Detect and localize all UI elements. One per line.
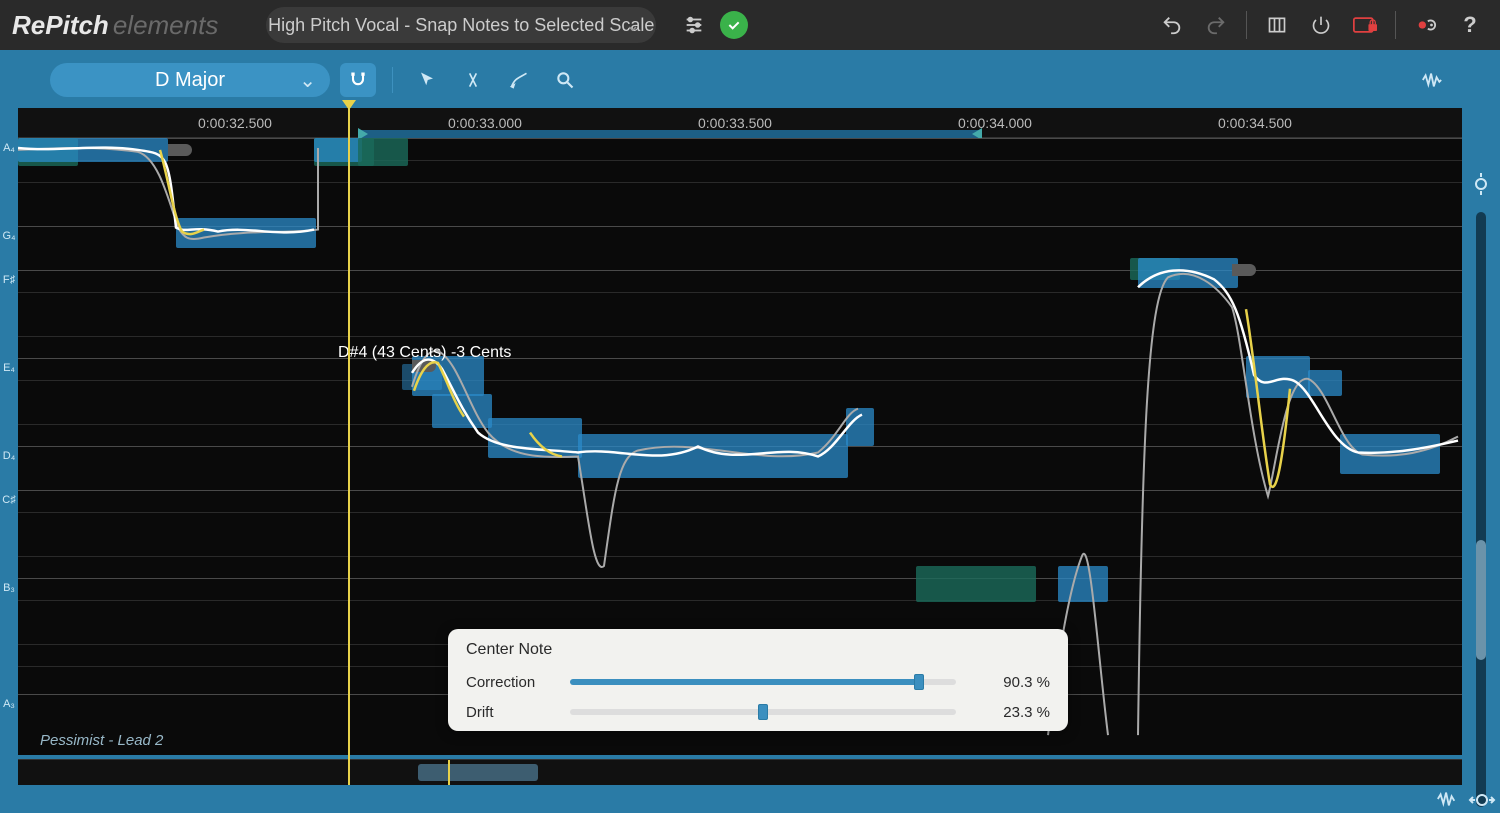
track-name-label: Pessimist - Lead 2 [40,732,163,749]
note-label: A₄ [0,142,18,154]
center-note-panel: Center Note Correction 90.3 % Drift 2 [448,629,1068,731]
correction-slider[interactable] [570,679,956,685]
waveform-toggle-button[interactable] [1414,63,1450,97]
scale-name: D Major [155,69,225,92]
zoom-vertical-icon[interactable] [1467,170,1495,198]
ruler-tick: 0:00:34.500 [1218,115,1292,131]
app-logo: RePitchelements [12,10,218,41]
note-block[interactable] [488,418,582,458]
note-block[interactable] [358,138,408,166]
columns-icon[interactable] [1259,7,1295,43]
settings-sliders-icon[interactable] [676,7,712,43]
scrollbar-thumb[interactable] [418,764,538,781]
chevron-down-icon: ⌄ [299,68,316,93]
vertical-scrollbar[interactable] [1476,212,1486,807]
ruler-tick: 0:00:33.000 [448,115,522,131]
note-block[interactable] [1058,566,1108,602]
note-label-column: A₄ G₄ F♯ E₄ D₄ C♯ B₃ A₃ [0,138,18,755]
drift-label: Drift [466,704,556,721]
bottom-right-tools [1436,791,1496,809]
preset-dropdown[interactable]: High Pitch Vocal - Snap Notes to Selecte… [266,7,656,43]
editor-toolbar: D Major ⌄ [0,60,1500,100]
drift-slider[interactable] [570,709,956,715]
note-block[interactable] [846,408,874,446]
horizontal-scrollbar[interactable] [18,759,1462,785]
zoom-tool-button[interactable] [547,63,583,97]
scrollbar-thumb[interactable] [1476,540,1486,660]
pitch-editor: 0:00:32.500 0:00:33.000 0:00:33.500 0:00… [18,108,1462,785]
preset-name: High Pitch Vocal - Snap Notes to Selecte… [268,15,654,36]
note-block[interactable] [578,434,848,478]
note-tail [168,144,192,156]
app-header: RePitchelements High Pitch Vocal - Snap … [0,0,1500,50]
ruler-tick: 0:00:33.500 [698,115,772,131]
note-label: G₄ [0,230,18,242]
note-label: D₄ [0,450,18,462]
settings-gear-icon[interactable] [1408,7,1444,43]
right-tool-strip [1466,114,1496,807]
status-ok-icon[interactable] [720,11,748,39]
ruler-tick: 0:00:32.500 [198,115,272,131]
note-tail [1232,264,1256,276]
correction-value: 90.3 % [970,674,1050,691]
ruler-tick: 0:00:34.000 [958,115,1032,131]
note-block[interactable] [916,566,1036,602]
note-block[interactable] [1246,356,1310,398]
note-readout: D#4 (43 Cents) -3 Cents [338,344,511,362]
playhead [348,108,350,785]
draw-tool-button[interactable] [501,63,537,97]
note-lane-area[interactable]: A₄ G₄ F♯ E₄ D₄ C♯ B₃ A₃ [18,138,1462,755]
note-block[interactable] [314,138,362,162]
note-block[interactable] [1340,434,1440,474]
note-label: C♯ [0,494,18,506]
correction-row: Correction 90.3 % [466,667,1050,697]
note-block[interactable] [1138,258,1238,288]
redo-button[interactable] [1198,7,1234,43]
logo-elements: elements [113,10,219,40]
split-tool-button[interactable] [455,63,491,97]
undo-button[interactable] [1154,7,1190,43]
app-body: D Major ⌄ 0:00:32.500 0:00:33.000 0:00 [0,50,1500,813]
record-lock-icon[interactable] [1347,7,1383,43]
logo-re: Re [12,10,45,40]
note-label: E₄ [0,362,18,374]
note-label: F♯ [0,274,18,286]
correction-label: Correction [466,674,556,691]
note-block[interactable] [432,394,492,428]
note-block[interactable] [1308,370,1342,396]
logo-pitch: Pitch [45,10,109,40]
drift-value: 23.3 % [970,704,1050,721]
drift-row: Drift 23.3 % [466,697,1050,727]
panel-title: Center Note [466,641,1050,659]
note-label: B₃ [0,582,18,594]
power-icon[interactable] [1303,7,1339,43]
help-icon[interactable]: ? [1452,7,1488,43]
snap-magnet-button[interactable] [340,63,376,97]
note-label: A₃ [0,698,18,710]
waveform-mini-icon[interactable] [1436,791,1458,809]
note-block[interactable] [18,138,168,162]
zoom-horizontal-icon[interactable] [1468,791,1496,809]
pointer-tool-button[interactable] [409,63,445,97]
note-block[interactable] [176,218,316,248]
chevron-down-icon: ⌄ [625,15,640,36]
scale-dropdown[interactable]: D Major ⌄ [50,63,330,97]
mini-playhead [448,760,450,785]
time-ruler[interactable]: 0:00:32.500 0:00:33.000 0:00:33.500 0:00… [18,108,1462,138]
